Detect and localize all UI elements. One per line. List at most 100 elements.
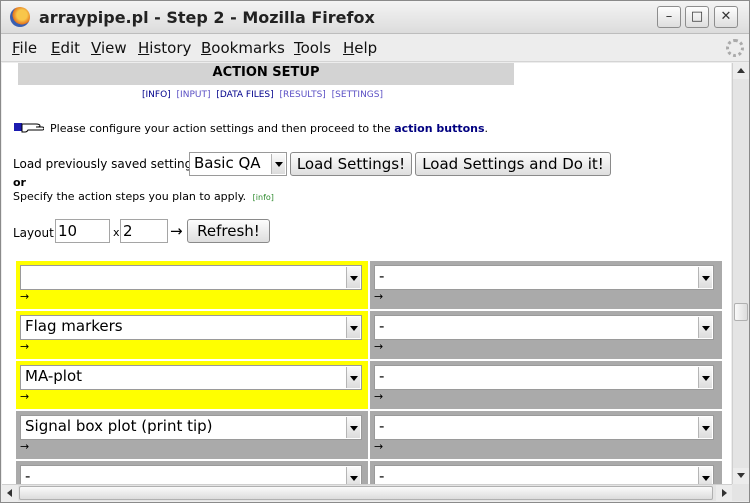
load-settings-label: Load previously saved settings: — [13, 157, 203, 171]
menu-bar: File Edit View History Bookmarks Tools H… — [1, 35, 749, 62]
chevron-down-icon — [698, 467, 712, 484]
load-settings-button[interactable]: Load Settings! — [290, 152, 412, 176]
tab-results[interactable]: [RESULTS] — [280, 90, 326, 100]
layout-label: Layout: — [13, 226, 58, 240]
step-cell: - → — [370, 361, 722, 409]
step-select-value: Flag markers — [25, 317, 123, 335]
chevron-down-icon — [698, 417, 712, 438]
step-select[interactable]: - — [374, 265, 714, 290]
step-cell: → — [16, 261, 368, 309]
chevron-down-icon — [271, 154, 285, 174]
step-arrow-icon: → — [374, 390, 384, 403]
tab-input[interactable]: [INPUT] — [177, 90, 211, 100]
arrow-up-icon — [737, 68, 745, 73]
step-arrow-icon: → — [20, 290, 30, 303]
step-select-value: Signal box plot (print tip) — [25, 417, 213, 435]
chevron-down-icon — [698, 267, 712, 288]
step-cell: - → — [370, 261, 722, 309]
step-select[interactable] — [20, 265, 362, 290]
maximize-button[interactable]: □ — [685, 6, 709, 28]
arrow-down-icon — [737, 473, 745, 478]
arrow-left-icon — [7, 489, 12, 497]
step-select[interactable]: - — [374, 315, 714, 340]
scroll-left-button[interactable] — [2, 485, 18, 501]
scroll-down-button[interactable] — [733, 468, 749, 484]
minimize-button[interactable]: – — [657, 6, 681, 28]
menu-tools[interactable]: Tools — [294, 39, 331, 57]
menu-history[interactable]: History — [138, 39, 191, 57]
saved-settings-value: Basic QA — [194, 154, 261, 172]
arrow-right-icon — [722, 489, 727, 497]
page-title: ACTION SETUP — [18, 63, 514, 85]
close-button[interactable]: ✕ — [714, 6, 738, 28]
tab-data-files[interactable]: [DATA FILES] — [216, 90, 273, 100]
menu-help[interactable]: Help — [343, 39, 377, 57]
vertical-scrollbar[interactable] — [732, 63, 749, 484]
menu-view[interactable]: View — [91, 39, 127, 57]
step-arrow-icon: → — [20, 440, 30, 453]
scrollbar-corner — [732, 484, 749, 501]
step-arrow-icon: → — [374, 440, 384, 453]
step-select-value: MA-plot — [25, 367, 83, 385]
firefox-icon — [10, 7, 30, 27]
step-select[interactable]: MA-plot — [20, 365, 362, 390]
refresh-button[interactable]: Refresh! — [187, 219, 270, 243]
window-title: arraypipe.pl - Step 2 - Mozilla Firefox — [39, 8, 375, 27]
tab-info[interactable]: [INFO] — [142, 90, 171, 100]
vertical-scroll-thumb[interactable] — [734, 303, 748, 321]
step-select-value: - — [379, 367, 385, 385]
load-settings-and-do-button[interactable]: Load Settings and Do it! — [415, 152, 611, 176]
step-select[interactable]: - — [374, 415, 714, 440]
step-select-value: - — [379, 267, 385, 285]
saved-settings-select[interactable]: Basic QA — [189, 152, 287, 176]
menu-file[interactable]: File — [12, 39, 37, 57]
step-cell: - — [370, 461, 722, 484]
or-label: or — [13, 176, 26, 189]
menu-bookmarks[interactable]: Bookmarks — [201, 39, 285, 57]
horizontal-scroll-thumb[interactable] — [19, 486, 713, 500]
pointing-hand-icon — [14, 123, 44, 133]
instruction-text: Please configure your action settings an… — [50, 122, 488, 135]
layout-rows-input[interactable]: 10 — [55, 219, 110, 243]
layout-columns-input[interactable]: 2 — [120, 219, 168, 243]
info-link[interactable]: [info] — [253, 193, 274, 202]
tab-settings[interactable]: [SETTINGS] — [332, 90, 383, 100]
step-select-value: - — [379, 417, 385, 435]
step-cell: Flag markers → — [16, 311, 368, 359]
step-select[interactable]: - — [374, 365, 714, 390]
chevron-down-icon — [346, 267, 360, 288]
menu-edit[interactable]: Edit — [51, 39, 80, 57]
instruction-prefix: Please configure your action settings an… — [50, 122, 391, 135]
scroll-up-button[interactable] — [733, 63, 749, 79]
activity-throbber-icon — [726, 39, 744, 57]
step-cell: - → — [370, 411, 722, 459]
chevron-down-icon — [346, 367, 360, 388]
step-arrow-icon: → — [20, 340, 30, 353]
step-navigation: [INFO] [INPUT] [DATA FILES] [RESULTS] [S… — [142, 90, 386, 100]
title-bar: arraypipe.pl - Step 2 - Mozilla Firefox … — [1, 1, 749, 34]
step-select[interactable]: Flag markers — [20, 315, 362, 340]
instruction-emphasis: action buttons — [394, 122, 485, 135]
scroll-right-button[interactable] — [716, 485, 732, 501]
step-cell: Signal box plot (print tip) → — [16, 411, 368, 459]
specify-steps-text: Specify the action steps you plan to app… — [13, 190, 247, 203]
chevron-down-icon — [698, 317, 712, 338]
chevron-down-icon — [698, 367, 712, 388]
chevron-down-icon — [346, 317, 360, 338]
step-arrow-icon: → — [20, 390, 30, 403]
step-select-value: - — [25, 467, 31, 484]
step-select-value: - — [379, 467, 385, 484]
step-arrow-icon: → — [374, 290, 384, 303]
step-select-value: - — [379, 317, 385, 335]
step-cell: - — [16, 461, 368, 484]
browser-window: arraypipe.pl - Step 2 - Mozilla Firefox … — [0, 0, 750, 503]
specify-steps-label: Specify the action steps you plan to app… — [13, 190, 274, 203]
horizontal-scrollbar[interactable] — [2, 484, 732, 501]
step-select[interactable]: - — [374, 465, 714, 484]
step-cell: - → — [370, 311, 722, 359]
step-select[interactable]: Signal box plot (print tip) — [20, 415, 362, 440]
step-select[interactable]: - — [20, 465, 362, 484]
step-cell: MA-plot → — [16, 361, 368, 409]
layout-times-label: x — [113, 226, 120, 239]
page-content: ACTION SETUP [INFO] [INPUT] [DATA FILES]… — [2, 63, 731, 484]
